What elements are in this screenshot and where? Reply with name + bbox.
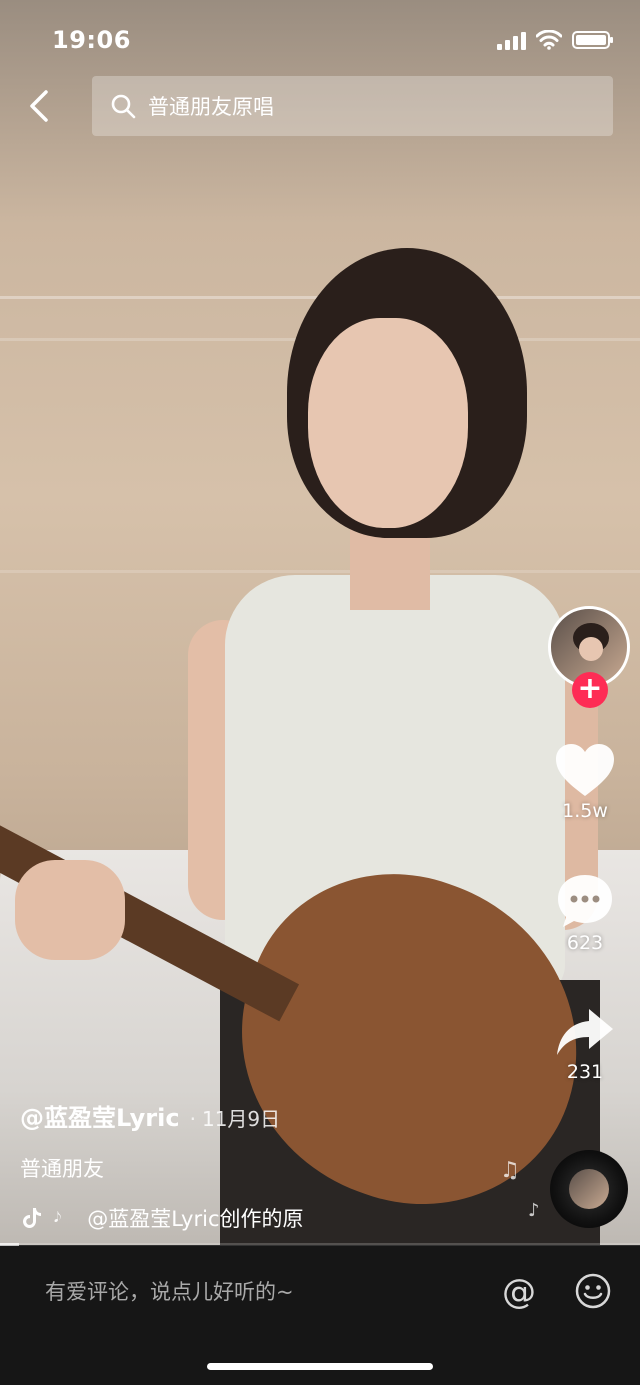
search-icon [111, 94, 136, 119]
comment-input[interactable]: 有爱评论，说点儿好听的~ [45, 1276, 294, 1306]
video-description: 普通朋友 [20, 1157, 104, 1181]
share-icon [557, 1009, 613, 1055]
tiktok-icon [23, 1208, 41, 1228]
wall-line [0, 570, 640, 573]
music-disc-icon[interactable] [550, 1150, 628, 1228]
comment-bar: 有爱评论，说点儿好听的~ @ [0, 1246, 640, 1385]
at-icon[interactable]: @ [502, 1272, 536, 1312]
battery-icon [572, 31, 613, 49]
heart-icon [556, 744, 614, 796]
floating-note-icon: ♪ [528, 1200, 540, 1221]
like-button[interactable]: 1.5w [530, 742, 640, 822]
post-date: 11月9日 [201, 1107, 281, 1131]
search-input[interactable]: 普通朋友原唱 [92, 76, 613, 136]
person-face [308, 318, 468, 528]
wifi-icon [536, 30, 562, 50]
music-title: @蓝盈莹Lyric创作的原 [87, 1207, 304, 1231]
floating-note-icon: ♫ [500, 1158, 520, 1183]
status-icons [497, 30, 613, 50]
comment-count: 623 [566, 932, 604, 954]
share-count: 231 [566, 1061, 604, 1083]
status-bar: 19:06 [0, 0, 640, 80]
person-hand [15, 860, 125, 960]
comment-button[interactable]: 623 [530, 872, 640, 954]
follow-button[interactable]: + [572, 672, 608, 708]
top-bar: 普通朋友原唱 [0, 76, 640, 136]
status-time: 19:06 [52, 26, 131, 54]
home-indicator [207, 1363, 433, 1370]
back-icon[interactable] [22, 88, 58, 124]
signal-icon [497, 30, 526, 50]
search-query: 普通朋友原唱 [148, 95, 274, 119]
share-button[interactable]: 231 [530, 1005, 640, 1083]
music-note-icon: 𝅘𝅥𝅮 [54, 1210, 62, 1226]
comment-icon [558, 875, 612, 927]
music-row[interactable]: 𝅘𝅥𝅮 @蓝盈莹Lyric创作的原 [20, 1203, 520, 1233]
emoji-icon[interactable] [575, 1273, 611, 1309]
separator-dot: · [189, 1107, 196, 1131]
author-name[interactable]: @蓝盈莹Lyric [20, 1104, 180, 1132]
video-info: @蓝盈莹Lyric · 11月9日 普通朋友 𝅘𝅥𝅮 @蓝盈莹Lyric创作的原 [20, 1098, 520, 1233]
like-count: 1.5w [562, 800, 608, 822]
